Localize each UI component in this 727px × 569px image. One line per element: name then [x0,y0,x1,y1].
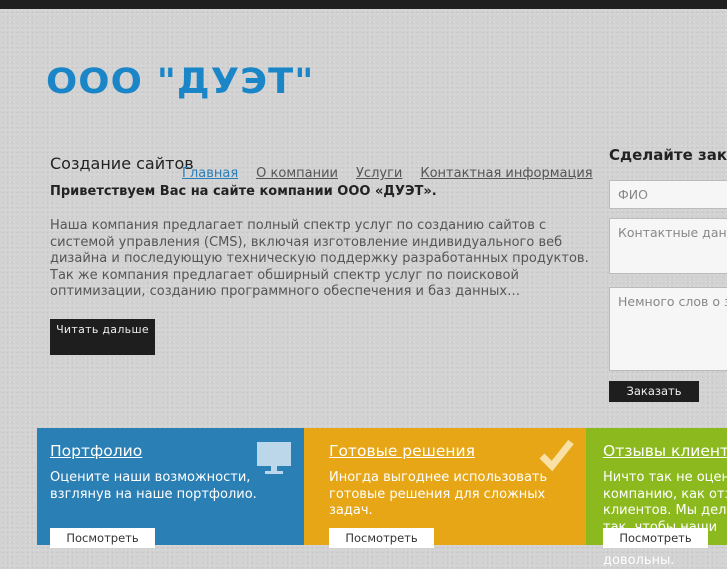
order-submit-button[interactable]: Заказать [609,381,699,402]
nav-link-services[interactable]: Услуги [356,166,402,181]
reviews-view-button[interactable]: Посмотреть [603,528,708,548]
checkmark-icon [539,439,574,472]
contacts-textarea[interactable]: Контактные данные [609,218,727,274]
top-bar [0,0,727,9]
nav-link-contacts[interactable]: Контактная информация [420,166,592,181]
main-nav: Главная О компании Услуги Контактная инф… [182,166,611,181]
name-input[interactable]: ФИО [609,180,727,209]
solutions-view-button[interactable]: Посмотреть [329,528,434,548]
reviews-panel: Отзывы клиентов Ничто так не оценит комп… [586,428,727,568]
portfolio-text: Оцените наши возможности, взглянув на на… [50,470,257,502]
reviews-title[interactable]: Отзывы клиентов [603,442,727,460]
order-form-title: Сделайте заказ [609,146,727,164]
welcome-heading: Приветствуем Вас на сайте компании ООО «… [50,184,437,199]
solutions-panel: Готовые решения Иногда выгоднее использо… [304,428,586,548]
message-textarea[interactable]: Немного слов о заказе [609,287,727,371]
portfolio-panel: Портфолио Оцените наши возможности, взгл… [37,428,304,548]
portfolio-title[interactable]: Портфолио [50,442,142,460]
read-more-button[interactable]: Читать дальше [50,319,155,355]
company-logo[interactable]: ООО "ДУЭТ" [46,62,314,102]
page-title: Создание сайтов [50,154,194,173]
solutions-text: Иногда выгоднее использовать готовые реш… [329,470,548,518]
nav-link-about[interactable]: О компании [256,166,338,181]
reviews-text: Ничто так не оценит компанию, как отзывы… [603,470,727,568]
portfolio-view-button[interactable]: Посмотреть [50,528,155,548]
nav-link-home[interactable]: Главная [182,166,238,181]
solutions-title[interactable]: Готовые решения [329,442,475,460]
company-description: Наша компания предлагает полный спектр у… [50,218,589,299]
